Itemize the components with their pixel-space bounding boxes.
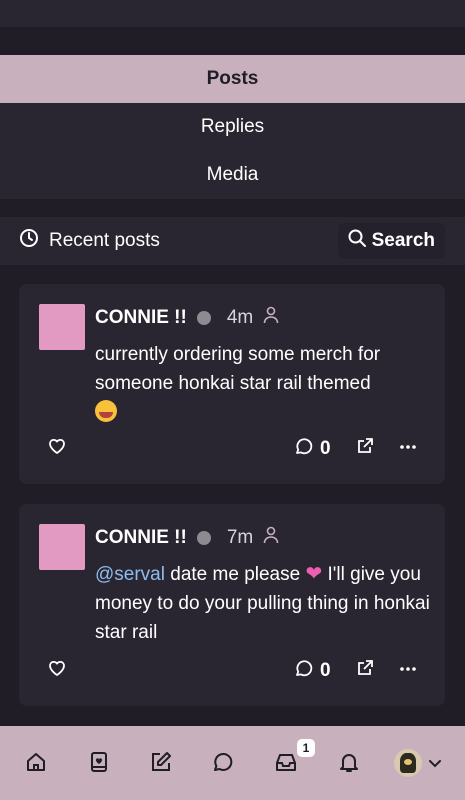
post-text-before-emoji: date me please: [164, 564, 301, 585]
tab-replies[interactable]: Replies: [0, 103, 465, 151]
post-header: CONNIE !! 7m: [95, 526, 279, 549]
reply-button[interactable]: 0: [294, 436, 331, 462]
post-text: @serval date me please ❤ I'll give you m…: [95, 560, 435, 647]
chevron-down-icon[interactable]: [428, 756, 442, 774]
post-time: 4m: [226, 306, 254, 328]
more-options-icon[interactable]: [399, 660, 417, 683]
post-header: CONNIE !! 4m: [95, 306, 279, 329]
home-icon[interactable]: [25, 751, 47, 778]
reply-button[interactable]: 0: [294, 658, 331, 684]
chat-bubble-icon: [294, 436, 314, 462]
mention-link[interactable]: @serval: [95, 564, 165, 585]
profile-tabs: Posts Replies Media: [0, 55, 465, 199]
person-icon: [263, 526, 279, 549]
chat-icon[interactable]: [212, 751, 234, 778]
status-dot: [196, 310, 211, 325]
share-icon[interactable]: [355, 436, 375, 461]
inbox-badge: 1: [297, 739, 315, 757]
share-icon[interactable]: [355, 658, 375, 683]
post-card[interactable]: CONNIE !! 7m @serval date me please ❤ I'…: [19, 504, 445, 706]
inbox-icon[interactable]: [275, 751, 297, 778]
recent-posts-label: Recent posts: [49, 230, 160, 251]
smiling-face-with-hearts-icon: [95, 400, 117, 422]
post-actions: 0: [19, 436, 445, 462]
feed-header: Recent posts Search: [0, 217, 465, 265]
clock-icon: [19, 228, 39, 254]
search-label: Search: [371, 230, 435, 251]
person-icon: [263, 306, 279, 329]
compose-icon[interactable]: [150, 751, 172, 778]
search-icon: [348, 229, 366, 253]
like-icon[interactable]: [47, 658, 67, 683]
post-text-content: currently ordering some merch for someon…: [95, 344, 381, 394]
more-options-icon[interactable]: [399, 438, 417, 461]
post-actions: 0: [19, 658, 445, 684]
bell-icon[interactable]: [338, 751, 360, 778]
tab-posts[interactable]: Posts: [0, 55, 465, 103]
chat-bubble-icon: [294, 658, 314, 684]
recent-posts-sort[interactable]: Recent posts: [19, 228, 160, 254]
account-avatar[interactable]: [394, 749, 422, 777]
reply-count: 0: [320, 438, 331, 459]
two-hearts-icon: ❤: [305, 563, 323, 585]
search-button[interactable]: Search: [337, 223, 445, 259]
post-time: 7m: [226, 526, 254, 548]
reply-count: 0: [320, 660, 331, 681]
top-bar: [0, 0, 465, 27]
author-name[interactable]: CONNIE !!: [95, 307, 187, 329]
tab-media[interactable]: Media: [0, 151, 465, 199]
author-name[interactable]: CONNIE !!: [95, 527, 187, 549]
post-card[interactable]: CONNIE !! 4m currently ordering some mer…: [19, 284, 445, 484]
book-icon[interactable]: [88, 751, 110, 778]
post-text: currently ordering some merch for someon…: [95, 340, 435, 427]
like-icon[interactable]: [47, 436, 67, 461]
status-dot: [196, 530, 211, 545]
author-avatar[interactable]: [39, 304, 85, 350]
author-avatar[interactable]: [39, 524, 85, 570]
